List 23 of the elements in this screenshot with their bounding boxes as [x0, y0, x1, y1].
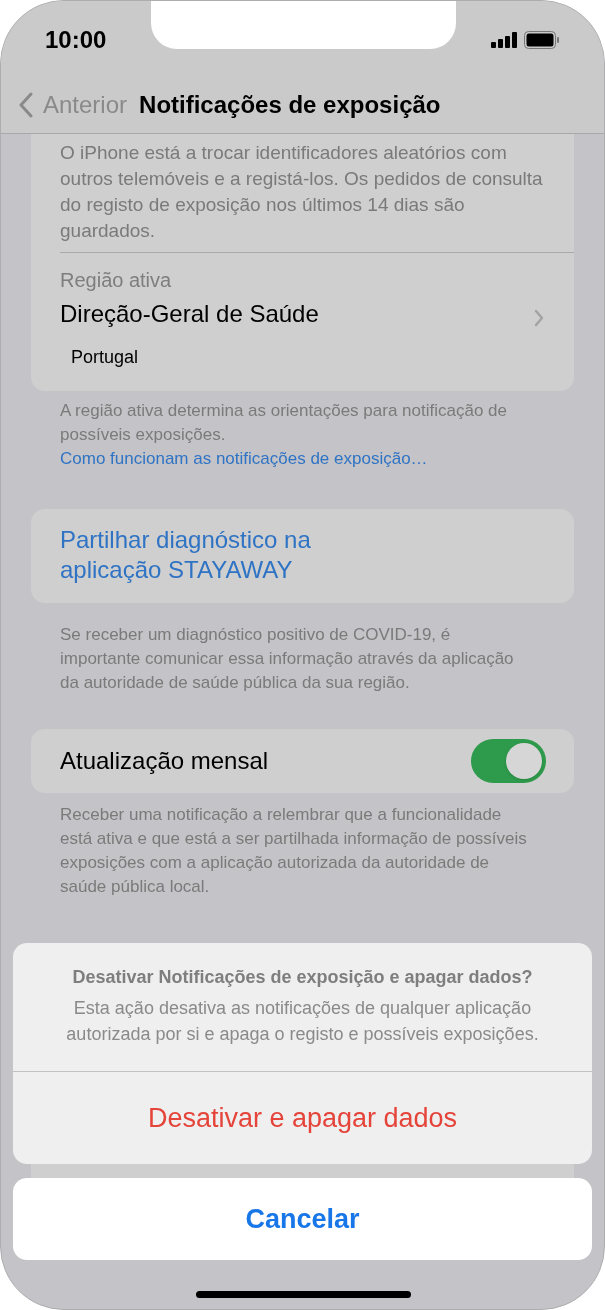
region-footer-text: A região ativa determina as orientações para notificação de possíveis exposições. Como funcionam as notificações de exposição…	[59, 400, 508, 470]
monthly-footer-text: Receber uma notificação a relembrar que a funcionalidade está ativa e que está a ser partilhada informação de possíveis exposições com a aplicação autorizada da autoridade de saúde pública local.	[59, 804, 528, 898]
toggle-switch[interactable]	[471, 739, 546, 783]
sheet-message: Esta ação desativa as notificações de qualquer aplicação autorizada por si e apaga o registo e possíveis exposições.	[65, 997, 540, 1046]
monthly-update-label: Atualização mensal	[60, 746, 270, 776]
region-label: Região ativa	[60, 268, 173, 293]
chevron-right-icon	[534, 309, 544, 327]
region-country: Portugal	[71, 346, 140, 369]
how-it-works-link[interactable]: Como funcionam as notificações de exposição…	[60, 449, 428, 468]
battery-icon	[524, 30, 560, 49]
share-footer-text: Se receber um diagnóstico positivo de COVID-19, é importante comunicar essa informação através da aplicação da autoridade de saúde pública da sua região.	[59, 624, 515, 694]
status-time: 10:00	[45, 24, 107, 55]
region-row[interactable]: Região ativa Direção-Geral de Saúde Portugal	[31, 253, 574, 391]
cancel-button[interactable]: Cancelar	[13, 1178, 592, 1260]
back-button[interactable]: Anterior	[19, 86, 128, 123]
status-description: O iPhone está a trocar identificadores aleatórios com outros telemóveis e a registá-los. Os pedidos de consulta do registo de exposição nos últimos 14 dias são guardados.	[59, 141, 544, 243]
signal-icon	[491, 31, 518, 48]
chevron-left-icon	[19, 91, 33, 118]
share-diagnosis-button[interactable]: Partilhar diagnóstico na aplicação STAYAWAY	[31, 509, 574, 603]
region-name: Direção-Geral de Saúde	[60, 299, 320, 329]
page-title: Notificações de exposição	[139, 89, 441, 120]
delete-data-button[interactable]: Desativar e apagar dados	[13, 1072, 592, 1164]
sheet-title: Desativar Notificações de exposição e apagar dados?	[72, 966, 533, 989]
